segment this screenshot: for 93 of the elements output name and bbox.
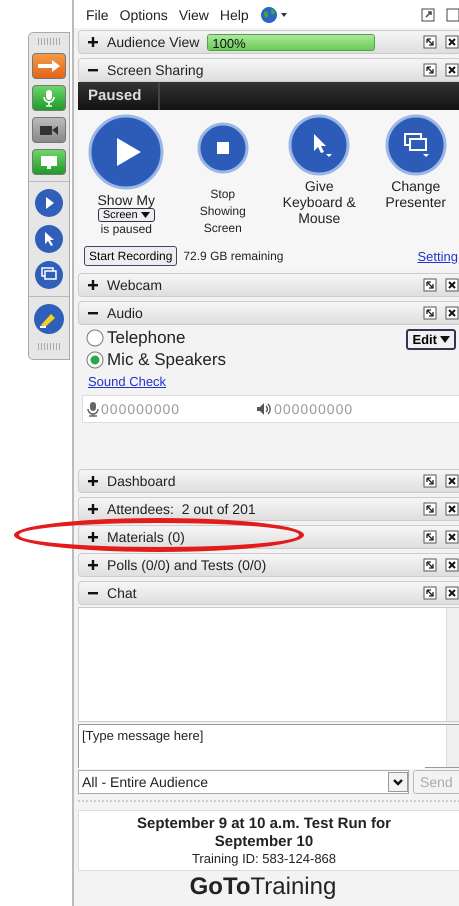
- undock-icon[interactable]: [423, 502, 437, 516]
- menu-item[interactable]: File: [86, 7, 109, 23]
- section-header[interactable]: Attendees: 2 out of 201: [78, 497, 459, 521]
- action-label: Give Keyboard & Mouse: [282, 178, 357, 226]
- undock-icon[interactable]: [423, 474, 437, 488]
- microphone-icon: [87, 402, 99, 416]
- undock-icon[interactable]: [423, 558, 437, 572]
- section-header[interactable]: Audience View 100%: [78, 30, 459, 54]
- screen-button[interactable]: [32, 149, 66, 175]
- section-title: Audio: [107, 305, 143, 321]
- close-icon[interactable]: [445, 306, 459, 320]
- play-icon[interactable]: [34, 188, 64, 218]
- microphone-button[interactable]: [32, 85, 66, 111]
- radio-option[interactable]: Mic & Speakers: [86, 349, 226, 371]
- plus-icon[interactable]: [87, 36, 99, 48]
- menu-item[interactable]: Options: [120, 7, 168, 23]
- menu-item[interactable]: View: [178, 7, 209, 23]
- globe-icon[interactable]: [260, 6, 288, 24]
- section-header[interactable]: Materials (0): [78, 525, 459, 549]
- arrow-button[interactable]: [32, 53, 66, 79]
- monitor-icon: [39, 154, 59, 170]
- action-label: Stop Showing Screen: [198, 186, 247, 237]
- caret-icon: [388, 772, 408, 792]
- caret-icon: [440, 336, 450, 343]
- close-icon[interactable]: [445, 558, 459, 572]
- edit-button[interactable]: Edit: [406, 329, 456, 350]
- training-id: Training ID: 583-124-868: [192, 851, 336, 866]
- section-title: Materials (0): [107, 529, 185, 545]
- webcam-button[interactable]: [32, 117, 66, 143]
- popout-icon[interactable]: [421, 8, 435, 22]
- undock-icon[interactable]: [423, 278, 437, 292]
- arrow-icon: [36, 59, 62, 73]
- start-recording-button[interactable]: Start Recording: [84, 246, 178, 266]
- close-icon[interactable]: [445, 502, 459, 516]
- section-title: Polls (0/0) and Tests (0/0): [107, 557, 266, 573]
- section-header[interactable]: Polls (0/0) and Tests (0/0): [78, 553, 459, 577]
- plus-icon[interactable]: [87, 475, 99, 487]
- section-title: Attendees: 2 out of 201: [107, 501, 256, 517]
- speaker-icon: [256, 402, 272, 416]
- logo: GoToTraining: [188, 872, 338, 901]
- play-icon[interactable]: [88, 114, 164, 190]
- status-note: is paused: [100, 222, 152, 236]
- plus-icon[interactable]: [87, 531, 99, 543]
- mic-level-reading: 000000000: [101, 401, 180, 417]
- caret-icon: [140, 212, 150, 218]
- close-icon[interactable]: [445, 530, 459, 544]
- speaker-level-reading: 000000000: [274, 401, 354, 417]
- sound-check-link[interactable]: Sound Check: [88, 374, 459, 389]
- microphone-icon: [42, 89, 56, 107]
- plus-icon[interactable]: [87, 559, 99, 571]
- close-icon[interactable]: [445, 474, 459, 488]
- plus-icon[interactable]: [87, 503, 99, 515]
- settings-link[interactable]: Setting: [418, 248, 458, 264]
- undock-icon[interactable]: [423, 530, 437, 544]
- close-icon[interactable]: [445, 63, 459, 77]
- monitors-icon[interactable]: [384, 114, 447, 176]
- section-header[interactable]: Webcam: [78, 273, 459, 297]
- plus-icon[interactable]: [87, 279, 99, 291]
- screen-dropdown[interactable]: Screen: [98, 208, 155, 222]
- section-header[interactable]: Audio: [78, 301, 459, 325]
- action-label: Change Presenter: [384, 178, 448, 210]
- radio-option[interactable]: Telephone: [86, 327, 226, 349]
- camera-icon: [39, 124, 59, 136]
- section-header[interactable]: Dashboard: [78, 469, 459, 493]
- undock-icon[interactable]: [423, 35, 437, 49]
- undock-icon[interactable]: [423, 586, 437, 600]
- undock-icon[interactable]: [423, 63, 437, 77]
- storage-remaining: 72.9 GB remaining: [183, 249, 284, 263]
- stop-icon[interactable]: [196, 122, 249, 174]
- section-title: Webcam: [107, 277, 162, 293]
- menu-item[interactable]: Help: [220, 7, 249, 23]
- section-header[interactable]: Screen Sharing: [78, 58, 459, 82]
- session-title: September 9 at 10 a.m. Test Run for September 10: [136, 815, 392, 851]
- meter-reading: 100%: [211, 36, 246, 50]
- close-icon[interactable]: [445, 35, 459, 49]
- section-title: Dashboard: [107, 473, 176, 489]
- undock-icon[interactable]: [423, 306, 437, 320]
- close-icon[interactable]: [445, 278, 459, 292]
- recipient-dropdown[interactable]: All - Entire Audience: [78, 770, 409, 794]
- cursor-icon[interactable]: [288, 114, 350, 176]
- section-title: Chat: [107, 585, 137, 601]
- section-title: Audience View: [107, 34, 200, 50]
- scrollbar[interactable]: [446, 608, 459, 721]
- highlighter-icon[interactable]: [33, 303, 65, 335]
- close-icon[interactable]: [445, 586, 459, 600]
- section-header[interactable]: Chat: [78, 581, 459, 605]
- action-label: Show My: [97, 192, 156, 208]
- monitors-icon[interactable]: [34, 260, 64, 290]
- radio-button[interactable]: [86, 351, 104, 369]
- message-field[interactable]: [Type message here]: [78, 724, 459, 768]
- section-title: Screen Sharing: [107, 62, 204, 78]
- radio-button[interactable]: [86, 329, 104, 347]
- cursor-icon[interactable]: [34, 224, 64, 254]
